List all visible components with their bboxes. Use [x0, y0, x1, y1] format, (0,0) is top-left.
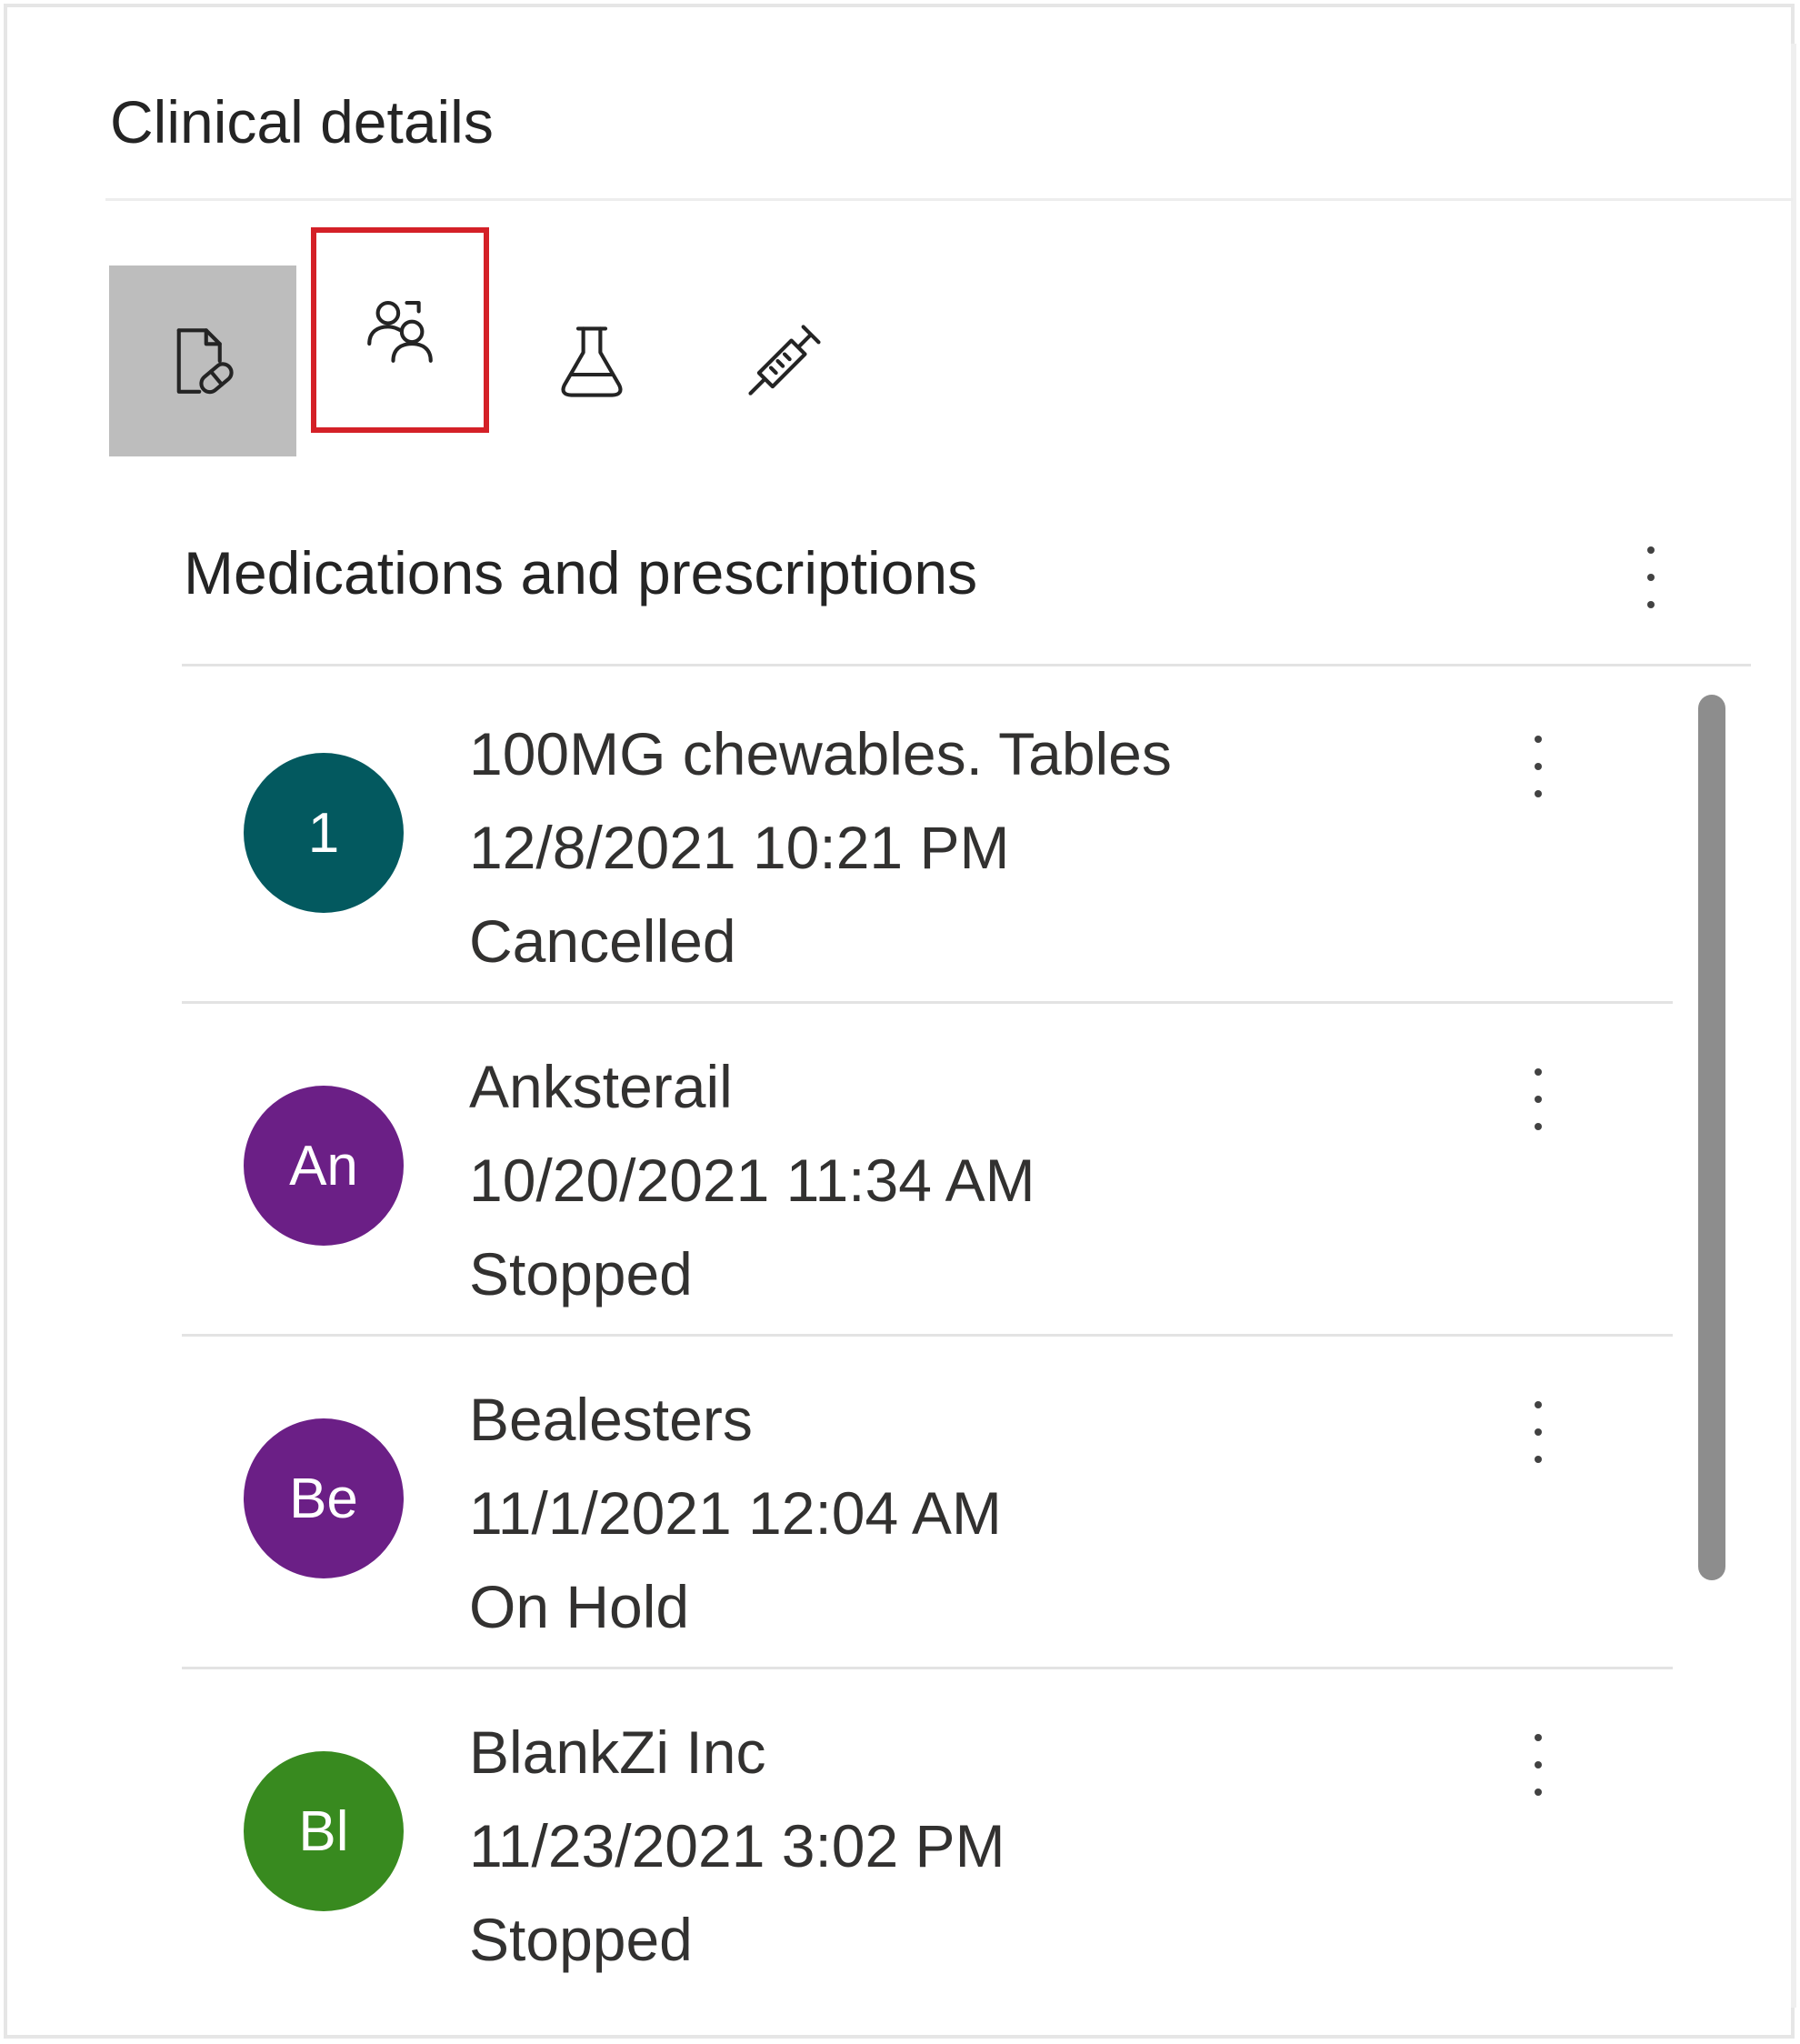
- item-date: 10/20/2021 11:34 AM: [469, 1147, 1035, 1214]
- people-icon: [367, 300, 433, 363]
- medication-list: 1 100MG chewables. Tables 12/8/2021 10:2…: [182, 671, 1673, 2002]
- item-date: 11/23/2021 3:02 PM: [469, 1812, 1005, 1879]
- item-date: 12/8/2021 10:21 PM: [469, 814, 1010, 881]
- avatar: 1: [244, 753, 404, 913]
- avatar: An: [244, 1086, 404, 1246]
- tab-lab-results[interactable]: [498, 266, 685, 456]
- item-status: Cancelled: [469, 907, 736, 975]
- item-more-options-button[interactable]: [1511, 716, 1565, 817]
- avatar: Be: [244, 1418, 404, 1578]
- list-item[interactable]: An Anksterail 10/20/2021 11:34 AM Stoppe…: [182, 1004, 1673, 1337]
- list-item[interactable]: Be Bealesters 11/1/2021 12:04 AM On Hold: [182, 1337, 1673, 1669]
- section-more-options-button[interactable]: [1624, 527, 1678, 627]
- item-more-options-button[interactable]: [1511, 1382, 1565, 1482]
- item-name: Anksterail: [469, 1053, 733, 1120]
- tab-care-team[interactable]: [311, 227, 489, 433]
- medication-document-icon: [176, 328, 234, 395]
- item-status: On Hold: [469, 1573, 690, 1640]
- item-status: Stopped: [469, 1240, 693, 1308]
- item-more-options-button[interactable]: [1511, 1049, 1565, 1149]
- item-name: Bealesters: [469, 1386, 753, 1453]
- list-item[interactable]: Bl BlankZi Inc 11/23/2021 3:02 PM Stoppe…: [182, 1669, 1673, 2002]
- lab-flask-icon: [561, 326, 623, 397]
- title-divider: [105, 198, 1793, 201]
- item-name: 100MG chewables. Tables: [469, 720, 1172, 787]
- item-status: Stopped: [469, 1906, 693, 1973]
- section-divider: [182, 664, 1751, 666]
- list-scrollbar[interactable]: [1698, 695, 1725, 1580]
- item-name: BlankZi Inc: [469, 1718, 766, 1786]
- avatar: Bl: [244, 1751, 404, 1911]
- list-item[interactable]: 1 100MG chewables. Tables 12/8/2021 10:2…: [182, 671, 1673, 1004]
- section-title: Medications and prescriptions: [184, 539, 978, 606]
- panel-edge: [1791, 44, 1796, 2008]
- item-date: 11/1/2021 12:04 AM: [469, 1479, 1002, 1547]
- syringe-icon: [748, 325, 821, 396]
- item-more-options-button[interactable]: [1511, 1715, 1565, 1815]
- tab-immunizations[interactable]: [691, 266, 878, 456]
- card-title: Clinical details: [110, 88, 494, 155]
- clinical-details-card: Clinical details Medications and prescri…: [4, 4, 1796, 2039]
- tab-medications[interactable]: [109, 266, 296, 456]
